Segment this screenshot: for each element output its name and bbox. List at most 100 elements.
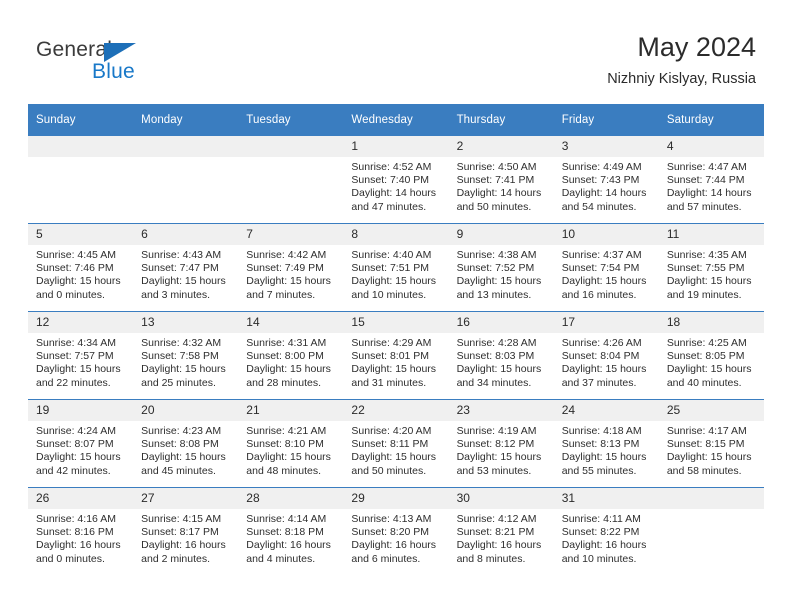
day-number: 14 bbox=[238, 312, 344, 333]
daylight-text-line1: Daylight: 15 hours bbox=[456, 363, 542, 376]
sunset-text: Sunset: 7:54 PM bbox=[561, 262, 640, 275]
day-sun-info: Sunrise: 4:43 AM Sunset: 7:47 PM Daylight:… bbox=[133, 245, 238, 302]
day-number: 15 bbox=[343, 312, 449, 333]
day-sun-info: Sunrise: 4:23 AM Sunset: 8:08 PM Daylight:… bbox=[133, 421, 238, 478]
calendar-day-cell[interactable]: 24 Sunrise: 4:18 AM Sunset: 8:13 PM Dayligh… bbox=[553, 399, 659, 488]
calendar-day-cell[interactable]: 30 Sunrise: 4:12 AM Sunset: 8:21 PM Dayligh… bbox=[448, 487, 554, 575]
calendar-page: General Blue May 2024 Nizhniy Kislyay, R… bbox=[0, 0, 792, 612]
daylight-text-line2: and 48 minutes. bbox=[246, 464, 321, 477]
daylight-text-line1: Daylight: 15 hours bbox=[141, 451, 226, 464]
calendar-day-cell[interactable]: 27 Sunrise: 4:15 AM Sunset: 8:17 PM Dayligh… bbox=[133, 487, 239, 575]
sunrise-text: Sunrise: 4:17 AM bbox=[666, 425, 747, 437]
sunrise-text: Sunrise: 4:34 AM bbox=[36, 337, 116, 349]
calendar-day-cell[interactable]: 5 Sunrise: 4:45 AM Sunset: 7:46 PM Daylight… bbox=[28, 223, 134, 312]
sunrise-text: Sunrise: 4:37 AM bbox=[561, 249, 642, 261]
sunset-text: Sunset: 7:58 PM bbox=[141, 350, 219, 363]
page-subtitle: Nizhniy Kislyay, Russia bbox=[607, 71, 756, 87]
calendar-day-cell-empty bbox=[28, 136, 134, 224]
day-number: 10 bbox=[553, 224, 659, 245]
daylight-text-line1: Daylight: 15 hours bbox=[351, 275, 437, 288]
sunset-text: Sunset: 7:46 PM bbox=[36, 262, 114, 275]
sunset-text: Sunset: 7:52 PM bbox=[456, 262, 535, 275]
calendar-day-cell[interactable]: 6 Sunrise: 4:43 AM Sunset: 7:47 PM Daylight… bbox=[133, 223, 239, 312]
calendar-day-cell[interactable]: 9 Sunrise: 4:38 AM Sunset: 7:52 PM Daylight… bbox=[448, 223, 554, 312]
daylight-text-line2: and 8 minutes. bbox=[456, 552, 526, 565]
daylight-text-line2: and 57 minutes. bbox=[666, 200, 742, 213]
sunset-text: Sunset: 7:47 PM bbox=[141, 262, 219, 275]
calendar-day-cell[interactable]: 31 Sunrise: 4:11 AM Sunset: 8:22 PM Dayligh… bbox=[553, 487, 659, 575]
day-sun-info: Sunrise: 4:42 AM Sunset: 7:49 PM Daylight:… bbox=[238, 245, 343, 302]
calendar-day-cell[interactable]: 20 Sunrise: 4:23 AM Sunset: 8:08 PM Dayligh… bbox=[133, 399, 239, 488]
day-number: 5 bbox=[28, 224, 134, 245]
calendar-day-cell[interactable]: 10 Sunrise: 4:37 AM Sunset: 7:54 PM Dayligh… bbox=[553, 223, 659, 312]
calendar-day-cell-empty bbox=[238, 136, 344, 224]
logo-general-text: General bbox=[36, 38, 113, 61]
sunrise-text: Sunrise: 4:18 AM bbox=[561, 425, 642, 437]
sunrise-text: Sunrise: 4:16 AM bbox=[36, 513, 116, 525]
sunrise-text: Sunrise: 4:32 AM bbox=[141, 337, 222, 349]
day-sun-info: Sunrise: 4:24 AM Sunset: 8:07 PM Daylight:… bbox=[28, 421, 133, 478]
day-sun-info: Sunrise: 4:49 AM Sunset: 7:43 PM Daylight:… bbox=[554, 157, 659, 214]
calendar-day-cell[interactable]: 26 Sunrise: 4:16 AM Sunset: 8:16 PM Dayligh… bbox=[28, 487, 134, 575]
calendar-day-cell[interactable]: 16 Sunrise: 4:28 AM Sunset: 8:03 PM Dayligh… bbox=[448, 311, 554, 400]
calendar-day-cell[interactable]: 8 Sunrise: 4:40 AM Sunset: 7:51 PM Daylight… bbox=[343, 223, 449, 312]
calendar-day-cell[interactable]: 3 Sunrise: 4:49 AM Sunset: 7:43 PM Daylight… bbox=[553, 136, 659, 224]
sunset-text: Sunset: 7:44 PM bbox=[666, 174, 745, 187]
daylight-text-line2: and 22 minutes. bbox=[36, 376, 111, 389]
sunset-text: Sunset: 8:17 PM bbox=[141, 526, 219, 539]
daylight-text-line1: Daylight: 15 hours bbox=[246, 451, 331, 464]
calendar-week-row: 26 Sunrise: 4:16 AM Sunset: 8:16 PM Dayligh… bbox=[28, 487, 764, 575]
calendar-day-cell[interactable]: 22 Sunrise: 4:20 AM Sunset: 8:11 PM Dayligh… bbox=[343, 399, 449, 488]
sunrise-text: Sunrise: 4:47 AM bbox=[666, 161, 747, 173]
calendar-day-cell[interactable]: 21 Sunrise: 4:21 AM Sunset: 8:10 PM Dayligh… bbox=[238, 399, 344, 488]
day-number: 17 bbox=[553, 312, 659, 333]
day-sun-info: Sunrise: 4:50 AM Sunset: 7:41 PM Daylight:… bbox=[449, 157, 554, 214]
calendar-day-cell[interactable]: 1 Sunrise: 4:52 AM Sunset: 7:40 PM Daylight… bbox=[343, 136, 449, 224]
calendar-day-cell[interactable]: 14 Sunrise: 4:31 AM Sunset: 8:00 PM Dayligh… bbox=[238, 311, 344, 400]
sunrise-text: Sunrise: 4:12 AM bbox=[456, 513, 537, 525]
daylight-text-line1: Daylight: 15 hours bbox=[36, 275, 121, 288]
calendar-day-cell[interactable]: 25 Sunrise: 4:17 AM Sunset: 8:15 PM Dayligh… bbox=[658, 399, 764, 488]
daylight-text-line1: Daylight: 15 hours bbox=[36, 451, 121, 464]
weekday-header-thursday: Thursday bbox=[448, 104, 554, 136]
sunrise-text: Sunrise: 4:29 AM bbox=[351, 337, 432, 349]
general-blue-logo[interactable]: General Blue bbox=[36, 38, 216, 88]
day-number: 28 bbox=[238, 488, 344, 509]
day-sun-info: Sunrise: 4:13 AM Sunset: 8:20 PM Daylight:… bbox=[343, 509, 448, 566]
daylight-text-line2: and 6 minutes. bbox=[351, 552, 421, 565]
day-number: 2 bbox=[448, 136, 554, 157]
calendar-header-row: Sunday Monday Tuesday Wednesday Thursday… bbox=[28, 104, 764, 136]
calendar-day-cell[interactable]: 11 Sunrise: 4:35 AM Sunset: 7:55 PM Dayligh… bbox=[658, 223, 764, 312]
calendar-day-cell[interactable]: 12 Sunrise: 4:34 AM Sunset: 7:57 PM Dayligh… bbox=[28, 311, 134, 400]
calendar-day-cell[interactable]: 2 Sunrise: 4:50 AM Sunset: 7:41 PM Daylight… bbox=[448, 136, 554, 224]
calendar-day-cell[interactable]: 29 Sunrise: 4:13 AM Sunset: 8:20 PM Dayligh… bbox=[343, 487, 449, 575]
day-number: 4 bbox=[658, 136, 764, 157]
sunrise-text: Sunrise: 4:20 AM bbox=[351, 425, 432, 437]
calendar-day-cell[interactable]: 4 Sunrise: 4:47 AM Sunset: 7:44 PM Daylight… bbox=[658, 136, 764, 224]
calendar-day-cell[interactable]: 19 Sunrise: 4:24 AM Sunset: 8:07 PM Dayligh… bbox=[28, 399, 134, 488]
calendar-day-cell[interactable]: 17 Sunrise: 4:26 AM Sunset: 8:04 PM Dayligh… bbox=[553, 311, 659, 400]
sunset-text: Sunset: 8:00 PM bbox=[246, 350, 324, 363]
day-number: 8 bbox=[343, 224, 449, 245]
calendar-day-cell[interactable]: 15 Sunrise: 4:29 AM Sunset: 8:01 PM Dayligh… bbox=[343, 311, 449, 400]
weekday-header-wednesday: Wednesday bbox=[343, 104, 449, 136]
daylight-text-line2: and 50 minutes. bbox=[351, 464, 427, 477]
day-number bbox=[28, 136, 134, 157]
sunrise-text: Sunrise: 4:14 AM bbox=[246, 513, 327, 525]
weekday-header-monday: Monday bbox=[133, 104, 239, 136]
daylight-text-line2: and 3 minutes. bbox=[141, 288, 211, 301]
calendar-body: 1 Sunrise: 4:52 AM Sunset: 7:40 PM Daylight… bbox=[28, 136, 764, 575]
calendar-day-cell[interactable]: 7 Sunrise: 4:42 AM Sunset: 7:49 PM Daylight… bbox=[238, 223, 344, 312]
calendar-day-cell[interactable]: 18 Sunrise: 4:25 AM Sunset: 8:05 PM Dayligh… bbox=[658, 311, 764, 400]
daylight-text-line2: and 45 minutes. bbox=[141, 464, 216, 477]
calendar-day-cell[interactable]: 28 Sunrise: 4:14 AM Sunset: 8:18 PM Dayligh… bbox=[238, 487, 344, 575]
daylight-text-line1: Daylight: 16 hours bbox=[246, 539, 331, 552]
calendar-day-cell[interactable]: 23 Sunrise: 4:19 AM Sunset: 8:12 PM Dayligh… bbox=[448, 399, 554, 488]
sunset-text: Sunset: 8:11 PM bbox=[351, 438, 429, 451]
day-sun-info: Sunrise: 4:16 AM Sunset: 8:16 PM Daylight:… bbox=[28, 509, 133, 566]
calendar-day-cell[interactable]: 13 Sunrise: 4:32 AM Sunset: 7:58 PM Dayligh… bbox=[133, 311, 239, 400]
title-block: May 2024 Nizhniy Kislyay, Russia bbox=[607, 30, 756, 90]
daylight-text-line1: Daylight: 14 hours bbox=[456, 187, 542, 200]
day-number: 9 bbox=[448, 224, 554, 245]
day-sun-info: Sunrise: 4:52 AM Sunset: 7:40 PM Daylight:… bbox=[343, 157, 448, 214]
